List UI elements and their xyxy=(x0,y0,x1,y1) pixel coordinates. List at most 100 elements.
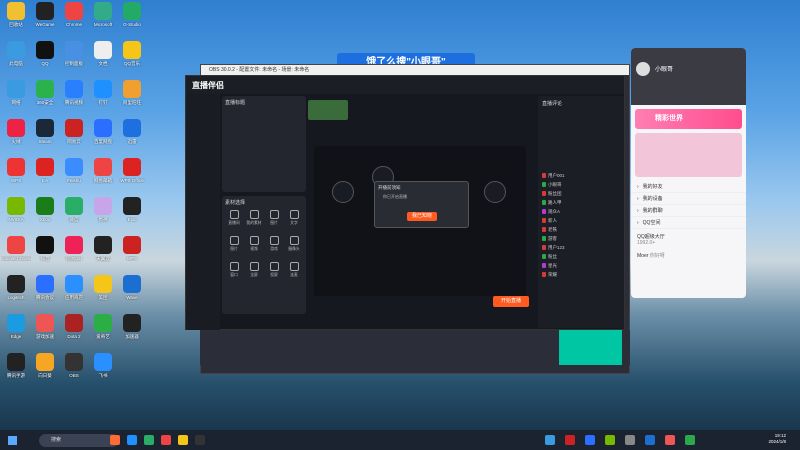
qq-list-item[interactable]: › 我的设备 xyxy=(631,193,746,205)
tool-item[interactable]: 摄像头 xyxy=(286,236,302,252)
desktop-icon[interactable]: 阿里旺旺 xyxy=(117,80,147,106)
desktop-icon[interactable]: WeGame xyxy=(30,2,60,27)
desktop-icon[interactable]: 腾讯手游 xyxy=(1,353,31,379)
desktop-icon[interactable]: 向日葵 xyxy=(30,353,60,379)
desktop-icon[interactable]: 原神 xyxy=(88,197,118,223)
taskbar-app-icon[interactable] xyxy=(127,435,137,445)
desktop-icon[interactable]: WPS xyxy=(1,158,31,183)
taskbar-app-icon[interactable] xyxy=(161,435,171,445)
tool-item[interactable]: 直播间 xyxy=(226,210,242,226)
tool-item[interactable]: 游戏 xyxy=(266,236,282,252)
desktop-icon[interactable]: 微信 xyxy=(59,197,89,223)
desktop-icon[interactable]: Microsoft xyxy=(88,2,118,27)
desktop-icon[interactable]: 迅雷 xyxy=(117,119,147,145)
desktop-icon[interactable]: 控制面板 xyxy=(59,41,89,67)
desktop-icon[interactable]: 钉钉 xyxy=(88,80,118,106)
desktop-icon[interactable]: NVIDIA xyxy=(1,197,31,222)
chat-row[interactable]: 用户123 xyxy=(538,243,624,252)
desktop-icon[interactable]: 美团 xyxy=(88,275,118,301)
avatar[interactable] xyxy=(636,62,650,76)
chat-row[interactable]: 星光 xyxy=(538,261,624,270)
desktop-icon[interactable]: Chrome xyxy=(59,2,89,27)
streaming-app-window[interactable]: 直播伴侣 直播标题 素材选择 直播间 我的素材 图片 文字 图片 视频 游戏 摄像头 窗口 全屏投… xyxy=(185,75,625,330)
desktop-icon[interactable]: QQ xyxy=(30,41,60,66)
desktop-icon[interactable]: G-Studio xyxy=(117,2,147,27)
tool-item[interactable]: 连麦 xyxy=(286,262,302,278)
taskbar-app-icon[interactable] xyxy=(605,435,615,445)
qq-promo[interactable]: QQ超级大厅 1992.0+ xyxy=(631,229,746,250)
qq-message[interactable]: Moer 你好呀 xyxy=(631,250,746,261)
tool-item[interactable]: 投屏 xyxy=(266,262,282,278)
desktop-icon[interactable]: 回收站 xyxy=(1,2,31,28)
chat-row[interactable]: 粉丝团 xyxy=(538,189,624,198)
tool-item[interactable]: 我的素材 xyxy=(246,210,262,226)
source-circle[interactable] xyxy=(332,181,354,203)
desktop-icon[interactable]: Logitech xyxy=(1,275,31,300)
chat-row[interactable]: 游客 xyxy=(538,234,624,243)
desktop-icon[interactable]: OBS xyxy=(59,353,89,378)
desktop-icon[interactable]: 抖音 xyxy=(30,236,60,262)
desktop-icon[interactable]: WPS xyxy=(117,236,147,261)
windows-start-icon[interactable] xyxy=(8,435,17,445)
desktop-icon[interactable]: 加速器 xyxy=(117,314,147,340)
desktop-icon[interactable]: 此电脑 xyxy=(1,41,31,67)
chat-row[interactable]: 粉丝 xyxy=(538,252,624,261)
tool-item[interactable]: 文字 xyxy=(286,210,302,226)
desktop-icon[interactable]: 网易邮箱 xyxy=(88,158,118,184)
qq-window[interactable]: 小眼哥 精彩世界 › 我的好友 › 我的设备 › 我的群聊 › QQ空间 QQ超级大厅 199… xyxy=(631,48,746,298)
desktop-icon[interactable]: 腾讯视频 xyxy=(59,80,89,106)
tool-item[interactable]: 窗口 xyxy=(226,262,242,278)
desktop-icon[interactable]: Edge xyxy=(1,314,31,339)
taskbar-app-icon[interactable] xyxy=(665,435,675,445)
taskbar-app-icon[interactable] xyxy=(178,435,188,445)
tool-item[interactable]: 视频 xyxy=(246,236,262,252)
desktop-icon[interactable]: Feishu xyxy=(59,158,89,183)
qq-list-item[interactable]: › 我的好友 xyxy=(631,181,746,193)
desktop-icon[interactable]: Epic xyxy=(117,197,147,222)
qq-list-item[interactable]: › QQ空间 xyxy=(631,217,746,229)
chat-row[interactable]: 新人 xyxy=(538,216,624,225)
desktop-icon[interactable]: Dota 2 xyxy=(59,314,89,339)
desktop-icon[interactable]: Steam xyxy=(30,119,60,144)
tool-item[interactable]: 图片 xyxy=(266,210,282,226)
desktop-icon[interactable]: 爱奇艺 xyxy=(88,314,118,340)
qq-banner[interactable]: 精彩世界 xyxy=(635,109,742,129)
desktop-icon[interactable]: 网易云 xyxy=(59,119,89,145)
desktop-icon[interactable]: 飞书 xyxy=(88,353,118,379)
dialog-confirm-button[interactable]: 我已知晓 xyxy=(407,212,437,221)
start-live-button[interactable]: 开始直播 xyxy=(493,296,529,307)
chat-row[interactable]: 小眼哥 xyxy=(538,180,624,189)
desktop-icon[interactable]: 火绒 xyxy=(1,119,31,145)
tool-item[interactable]: 图片 xyxy=(226,236,242,252)
desktop-icon[interactable]: 360安全 xyxy=(30,80,60,106)
chat-row[interactable]: 老铁 xyxy=(538,225,624,234)
taskbar-app-icon[interactable] xyxy=(685,435,695,445)
chat-row[interactable]: 路人甲 xyxy=(538,198,624,207)
desktop-icon[interactable]: 游戏加速 xyxy=(30,314,60,340)
desktop-icon[interactable]: QQ音乐 xyxy=(117,41,147,67)
desktop-icon[interactable]: Xbox xyxy=(30,197,60,222)
taskbar-app-icon[interactable] xyxy=(565,435,575,445)
taskbar-app-icon[interactable] xyxy=(625,435,635,445)
chat-row[interactable]: 用户001 xyxy=(538,171,624,180)
desktop-icon[interactable]: 百度网盘 xyxy=(88,119,118,145)
taskbar-app-icon[interactable] xyxy=(195,435,205,445)
desktop-icon[interactable]: 文档 xyxy=(88,41,118,67)
taskbar-search[interactable]: 搜索 xyxy=(39,433,119,447)
taskbar-clock[interactable]: 19:12 2024/1/8 xyxy=(768,433,786,445)
tool-item[interactable]: 全屏 xyxy=(246,262,262,278)
chat-row[interactable]: 荣耀 xyxy=(538,270,624,279)
desktop-icon[interactable]: 网络 xyxy=(1,80,31,106)
desktop-icon[interactable]: 天翼云 xyxy=(88,236,118,262)
source-circle[interactable] xyxy=(484,181,506,203)
taskbar-app-icon[interactable] xyxy=(645,435,655,445)
desktop-icon[interactable]: EA xyxy=(30,158,60,183)
taskbar-app-icon[interactable] xyxy=(110,435,120,445)
desktop-icon[interactable]: 腾讯会议 xyxy=(30,275,60,301)
desktop-icon[interactable]: Wave xyxy=(117,275,147,300)
cover-thumbnail[interactable] xyxy=(308,100,348,120)
taskbar-app-icon[interactable] xyxy=(585,435,595,445)
qq-list-item[interactable]: › 我的群聊 xyxy=(631,205,746,217)
desktop-icon[interactable]: Google Chrome xyxy=(1,236,31,261)
taskbar-app-icon[interactable] xyxy=(144,435,154,445)
